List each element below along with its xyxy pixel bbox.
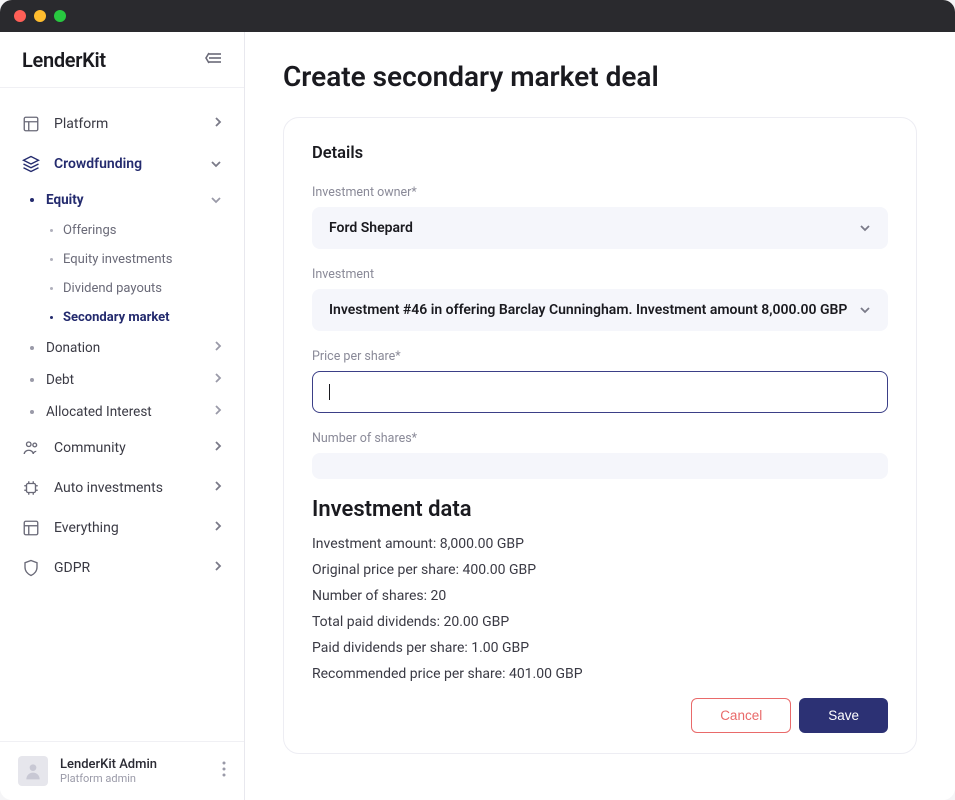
field-price-per-share: Price per share* xyxy=(312,349,888,413)
sidebar-item-community[interactable]: Community xyxy=(0,428,244,468)
user-footer: LenderKit Admin Platform admin xyxy=(0,741,244,800)
sidebar-leaf-dividend-payouts[interactable]: Dividend payouts xyxy=(0,274,244,303)
chevron-right-icon xyxy=(214,372,222,388)
field-number-of-shares: Number of shares* xyxy=(312,431,888,479)
data-total-dividends: Total paid dividends: 20.00 GBP xyxy=(312,614,888,630)
bullet-icon xyxy=(30,198,34,202)
user-info: LenderKit Admin Platform admin xyxy=(60,757,210,785)
field-label: Number of shares* xyxy=(312,431,888,446)
sidebar-sub-label: Allocated Interest xyxy=(46,404,152,420)
chevron-right-icon xyxy=(214,480,222,496)
sidebar-leaf-label: Dividend payouts xyxy=(63,281,162,296)
chevron-down-icon xyxy=(859,220,871,236)
window-minimize-icon[interactable] xyxy=(34,10,46,22)
sidebar-sub-debt[interactable]: Debt xyxy=(0,364,244,396)
bullet-icon xyxy=(30,346,34,350)
main-content: Create secondary market deal Details Inv… xyxy=(245,32,955,800)
field-label: Investment owner* xyxy=(312,185,888,200)
save-button[interactable]: Save xyxy=(799,698,888,733)
sidebar-item-label: Auto investments xyxy=(54,480,200,496)
text-cursor xyxy=(329,384,330,400)
bullet-icon xyxy=(50,287,53,290)
sidebar-sub-label: Donation xyxy=(46,340,100,356)
app-body: LenderKit Platform Crowdfu xyxy=(0,32,955,800)
bullet-icon xyxy=(50,316,53,319)
chevron-right-icon xyxy=(214,520,222,536)
details-heading: Details xyxy=(312,144,888,163)
sidebar-item-label: Platform xyxy=(54,116,200,132)
bullet-icon xyxy=(30,410,34,414)
field-investment-owner: Investment owner* Ford Shepard xyxy=(312,185,888,249)
chevron-right-icon xyxy=(214,440,222,456)
sidebar-leaf-label: Offerings xyxy=(63,223,116,238)
page-title: Create secondary market deal xyxy=(283,60,917,93)
data-dividends-per-share: Paid dividends per share: 1.00 GBP xyxy=(312,640,888,656)
field-investment: Investment Investment #46 in offering Ba… xyxy=(312,267,888,331)
data-number-of-shares: Number of shares: 20 xyxy=(312,588,888,604)
avatar xyxy=(18,756,48,786)
data-investment-amount: Investment amount: 8,000.00 GBP xyxy=(312,536,888,552)
sidebar-item-label: Community xyxy=(54,440,200,456)
sidebar-nav: Platform Crowdfunding Equity xyxy=(0,88,244,741)
sidebar-collapse-icon[interactable] xyxy=(204,50,222,69)
user-menu-icon[interactable] xyxy=(222,761,226,781)
price-per-share-input[interactable] xyxy=(312,371,888,413)
sidebar-item-label: Everything xyxy=(54,520,200,536)
brand-logo: LenderKit xyxy=(22,48,106,72)
chevron-right-icon xyxy=(214,340,222,356)
user-name: LenderKit Admin xyxy=(60,757,210,772)
titlebar xyxy=(0,0,955,32)
sidebar-sub-label: Equity xyxy=(46,192,84,208)
sidebar-leaf-secondary-market[interactable]: Secondary market xyxy=(0,303,244,332)
sidebar-sub-equity[interactable]: Equity xyxy=(0,184,244,216)
sidebar-item-label: Crowdfunding xyxy=(54,156,196,172)
app-window: LenderKit Platform Crowdfu xyxy=(0,0,955,800)
details-card: Details Investment owner* Ford Shepard I… xyxy=(283,117,917,754)
chevron-down-icon xyxy=(210,192,222,208)
data-recommended-price: Recommended price per share: 401.00 GBP xyxy=(312,666,888,682)
sidebar-sub-donation[interactable]: Donation xyxy=(0,332,244,364)
sidebar-item-platform[interactable]: Platform xyxy=(0,104,244,144)
bullet-icon xyxy=(50,229,53,232)
sidebar-leaf-label: Secondary market xyxy=(63,310,170,325)
chevron-right-icon xyxy=(214,116,222,132)
sidebar-leaf-equity-investments[interactable]: Equity investments xyxy=(0,245,244,274)
select-value: Ford Shepard xyxy=(329,220,413,236)
user-role: Platform admin xyxy=(60,772,210,785)
bullet-icon xyxy=(30,378,34,382)
sidebar-sub-allocated-interest[interactable]: Allocated Interest xyxy=(0,396,244,428)
sidebar-leaf-offerings[interactable]: Offerings xyxy=(0,216,244,245)
sidebar-item-everything[interactable]: Everything xyxy=(0,508,244,548)
select-value: Investment #46 in offering Barclay Cunni… xyxy=(329,302,847,318)
sidebar-item-label: GDPR xyxy=(54,560,200,576)
investment-data-heading: Investment data xyxy=(312,497,888,522)
chevron-right-icon xyxy=(214,560,222,576)
data-original-price: Original price per share: 400.00 GBP xyxy=(312,562,888,578)
chevron-down-icon xyxy=(859,302,871,318)
window-zoom-icon[interactable] xyxy=(54,10,66,22)
investment-select[interactable]: Investment #46 in offering Barclay Cunni… xyxy=(312,289,888,331)
logo-row: LenderKit xyxy=(0,32,244,88)
sidebar-item-gdpr[interactable]: GDPR xyxy=(0,548,244,588)
form-actions: Cancel Save xyxy=(312,698,888,733)
bullet-icon xyxy=(50,258,53,261)
chevron-right-icon xyxy=(214,404,222,420)
field-label: Price per share* xyxy=(312,349,888,364)
chevron-down-icon xyxy=(210,156,222,172)
sidebar: LenderKit Platform Crowdfu xyxy=(0,32,245,800)
number-of-shares-input[interactable] xyxy=(312,453,888,479)
sidebar-item-auto-investments[interactable]: Auto investments xyxy=(0,468,244,508)
sidebar-leaf-label: Equity investments xyxy=(63,252,172,267)
sidebar-item-crowdfunding[interactable]: Crowdfunding xyxy=(0,144,244,184)
field-label: Investment xyxy=(312,267,888,282)
cancel-button[interactable]: Cancel xyxy=(691,698,791,733)
investment-owner-select[interactable]: Ford Shepard xyxy=(312,207,888,249)
window-close-icon[interactable] xyxy=(14,10,26,22)
sidebar-sub-label: Debt xyxy=(46,372,74,388)
